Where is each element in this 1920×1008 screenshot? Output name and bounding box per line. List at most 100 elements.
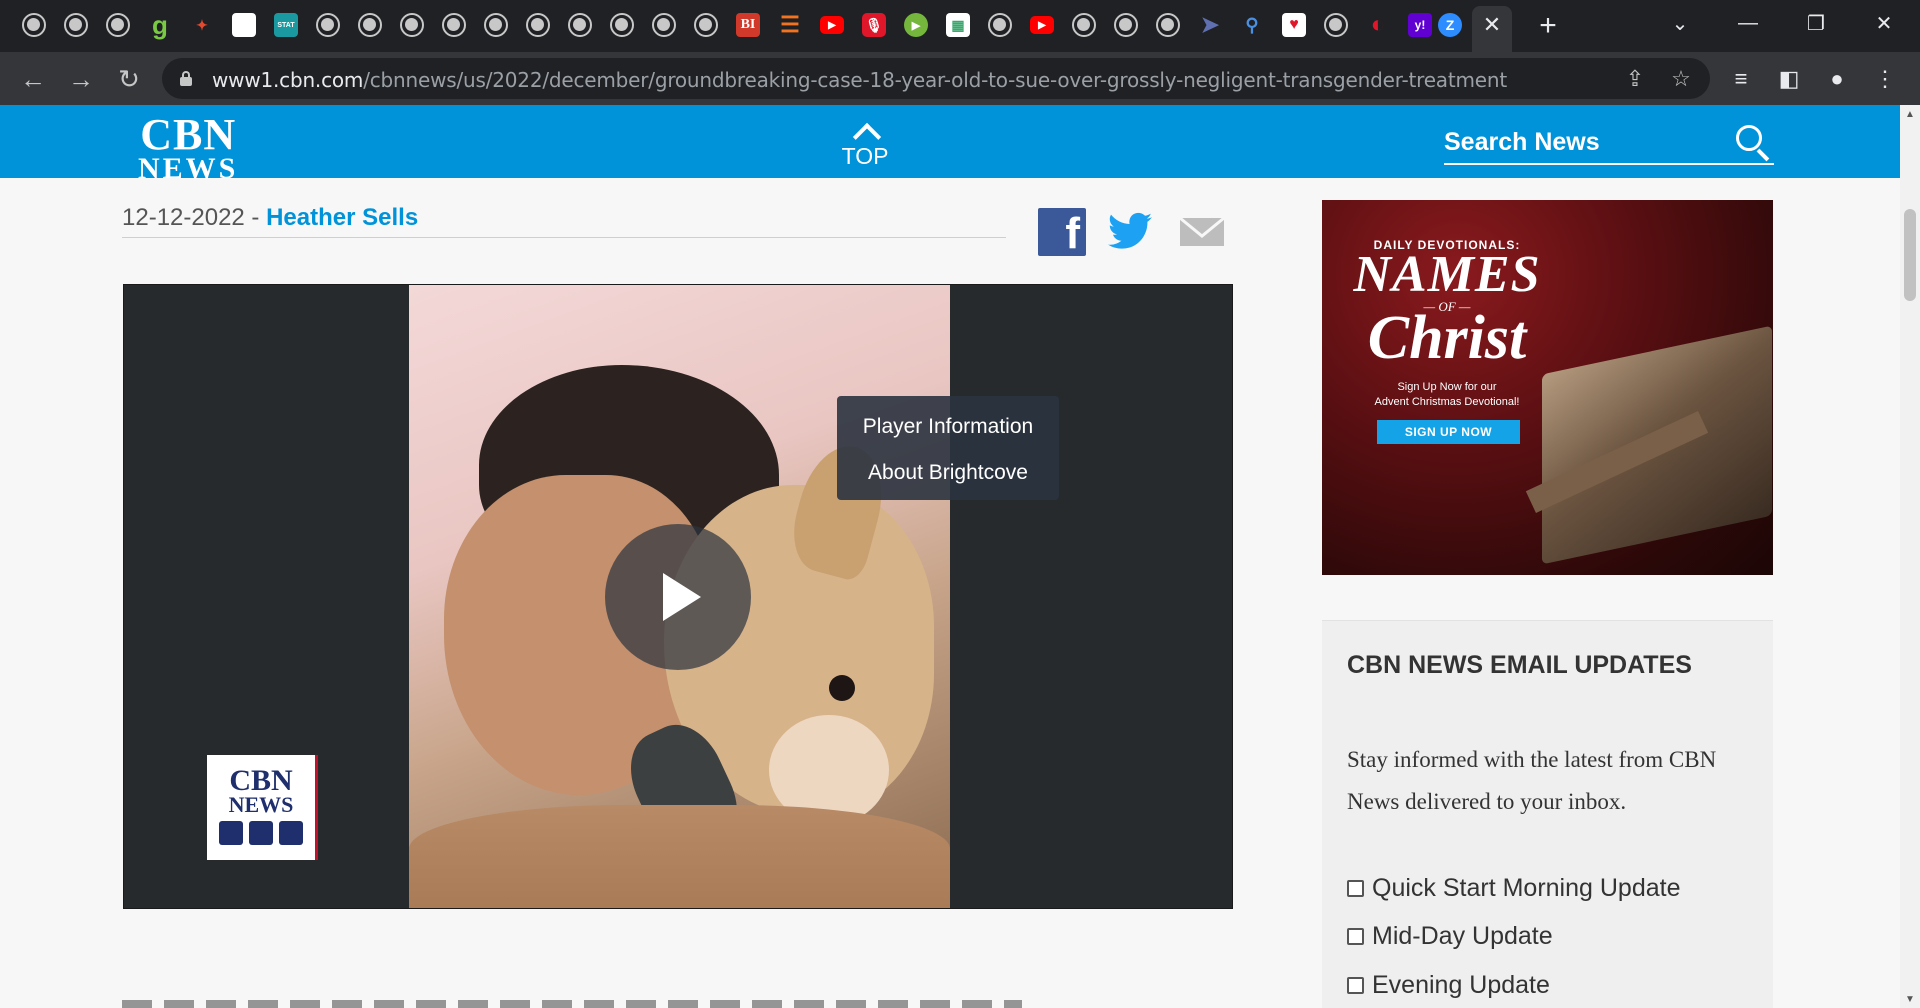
tab-favicon-rumble[interactable]: ▶	[903, 12, 929, 38]
midday-update-label: Mid-Day Update	[1372, 921, 1553, 950]
tab-favicon-grid[interactable]: ▦	[945, 12, 971, 38]
context-menu-player-information[interactable]: Player Information	[837, 410, 1059, 456]
tab-favicon-z[interactable]: Z	[1437, 12, 1463, 38]
tab-favicon-pocket[interactable]: ♥	[1281, 12, 1307, 38]
tab-search-chevron-icon[interactable]: ⌄	[1660, 8, 1700, 38]
kebab-menu-icon[interactable]: ⋮	[1870, 64, 1900, 94]
reading-list-icon[interactable]: ≡	[1726, 64, 1756, 94]
share-icon[interactable]: ⇪	[1622, 66, 1648, 92]
option-midday-update[interactable]: Mid-Day Update	[1347, 921, 1553, 951]
tab-favicon-globe[interactable]	[441, 12, 467, 38]
minimize-icon[interactable]: —	[1728, 8, 1768, 38]
cbn-news-logo[interactable]: CBN NEWS	[138, 110, 238, 183]
tab-favicon-globe[interactable]	[21, 12, 47, 38]
restore-icon[interactable]: ❐	[1796, 8, 1836, 38]
author-link[interactable]: Heather Sells	[266, 204, 418, 231]
tab-favicon-globe[interactable]	[693, 12, 719, 38]
option-morning-update[interactable]: Quick Start Morning Update	[1347, 873, 1680, 903]
tab-favicon-globe[interactable]	[567, 12, 593, 38]
scrollbar-thumb[interactable]	[1904, 209, 1916, 301]
tab-favicon-globe[interactable]	[399, 12, 425, 38]
tab-strip: g ✦ STAT BI ☰ ▶ 🎙 ▶ ▦ ▶ ➤ ⚲ ♥ ◐ y! Z ✕ +…	[0, 0, 1920, 52]
tab-favicon-globe[interactable]	[987, 12, 1013, 38]
star-icon[interactable]: ☆	[1668, 66, 1694, 92]
tab-favicon-youtube[interactable]: ▶	[1029, 12, 1055, 38]
ad-subtext-line2: Advent Christmas Devotional!	[1374, 396, 1520, 408]
url-text[interactable]: www1.cbn.com/cbnnews/us/2022/december/gr…	[212, 68, 1507, 92]
tab-favicon-arrow[interactable]: ➤	[1197, 12, 1223, 38]
tab-favicon-globe[interactable]	[315, 12, 341, 38]
forward-arrow-icon[interactable]: →	[64, 62, 98, 96]
tab-favicon-globe[interactable]	[1113, 12, 1139, 38]
side-panel-icon[interactable]: ◧	[1774, 64, 1804, 94]
search-input[interactable]	[1444, 123, 1724, 161]
scroll-down-arrow-icon[interactable]: ▼	[1900, 990, 1920, 1008]
tab-favicon-stat[interactable]: STAT	[273, 12, 299, 38]
address-bar[interactable]: www1.cbn.com/cbnnews/us/2022/december/gr…	[162, 58, 1710, 99]
search-icon: ⚲	[1245, 14, 1259, 35]
tab-favicon-search[interactable]: ⚲	[1239, 12, 1265, 38]
email-share-icon[interactable]	[1178, 208, 1226, 256]
evening-update-checkbox[interactable]	[1347, 976, 1364, 994]
reload-icon[interactable]: ↻	[112, 62, 146, 96]
tab-favicon-globe[interactable]	[1155, 12, 1181, 38]
logo-line1: CBN	[140, 110, 237, 159]
lock-icon[interactable]	[180, 71, 192, 86]
tab-favicon-globe[interactable]	[105, 12, 131, 38]
morning-update-checkbox[interactable]	[1347, 879, 1364, 897]
cbn-news-watermark: CBN NEWS	[207, 755, 318, 860]
tab-favicon-white[interactable]	[231, 12, 257, 38]
names-of-christ-ad[interactable]: DAILY DEVOTIONALS: NAMES — OF — Christ S…	[1322, 200, 1773, 575]
midday-update-checkbox[interactable]	[1347, 927, 1364, 945]
tab-favicon-globe[interactable]	[63, 12, 89, 38]
globe-icon	[106, 13, 130, 37]
tab-favicon-globe[interactable]	[1071, 12, 1097, 38]
pinwheel-icon: ✦	[196, 16, 208, 33]
tab-favicon-youtube[interactable]: ▶	[819, 12, 845, 38]
tab-favicon-globe[interactable]	[357, 12, 383, 38]
scroll-up-arrow-icon[interactable]: ▲	[1900, 105, 1920, 123]
evening-update-label: Evening Update	[1372, 970, 1550, 999]
video-player[interactable]: Player Information About Brightcove CBN …	[123, 284, 1233, 909]
tab-favicon-globe[interactable]	[651, 12, 677, 38]
tab-favicon-globe[interactable]	[609, 12, 635, 38]
tab-favicon-globe[interactable]	[483, 12, 509, 38]
tab-favicon-mic[interactable]: 🎙	[861, 12, 887, 38]
facebook-share-icon[interactable]: f	[1038, 208, 1086, 256]
tab-favicon-c[interactable]: ◐	[1365, 11, 1391, 38]
bookmark-stack-icon: ☰	[780, 12, 800, 37]
facebook-icon	[279, 821, 303, 845]
option-evening-update[interactable]: Evening Update	[1347, 970, 1550, 1000]
browser-toolbar: ← → ↻ www1.cbn.com/cbnnews/us/2022/decem…	[0, 52, 1920, 105]
tab-favicon-pinwheel[interactable]: ✦	[189, 12, 215, 38]
close-tab-icon[interactable]: ✕	[1478, 8, 1506, 42]
tab-favicon-globe[interactable]	[525, 12, 551, 38]
youtube-icon: ▶	[1030, 16, 1054, 34]
globe-icon	[988, 13, 1012, 37]
ad-sign-up-button[interactable]: SIGN UP NOW	[1377, 420, 1520, 444]
article-date: 12-12-2022	[122, 204, 245, 231]
back-to-top-button[interactable]: TOP	[840, 119, 890, 169]
page-scrollbar[interactable]: ▲ ▼	[1900, 105, 1920, 1008]
search-icon[interactable]	[1734, 123, 1772, 162]
email-updates-panel: CBN NEWS EMAIL UPDATES Stay informed wit…	[1322, 620, 1773, 1008]
new-tab-button[interactable]: +	[1530, 8, 1566, 44]
ad-subtext: Sign Up Now for our Advent Christmas Devo…	[1342, 380, 1552, 410]
twitter-share-icon[interactable]	[1106, 208, 1154, 256]
chevron-up-icon	[852, 119, 878, 145]
context-menu-about-brightcove[interactable]: About Brightcove	[837, 456, 1059, 502]
email-updates-title: CBN NEWS EMAIL UPDATES	[1347, 651, 1692, 679]
url-path: /cbnnews/us/2022/december/groundbreaking…	[363, 68, 1507, 92]
tab-favicon-globe[interactable]	[1323, 12, 1349, 38]
back-arrow-icon[interactable]: ←	[16, 62, 50, 96]
tab-favicon-g[interactable]: g	[147, 9, 173, 40]
tab-favicon-yahoo[interactable]: y!	[1407, 12, 1433, 38]
tab-favicon-bi[interactable]: BI	[735, 12, 761, 38]
tab-favicon-bookmark[interactable]: ☰	[777, 12, 803, 38]
profile-icon[interactable]: ●	[1822, 64, 1852, 94]
play-icon[interactable]	[605, 524, 751, 670]
youtube-icon: ▶	[820, 16, 844, 34]
close-window-icon[interactable]: ✕	[1864, 8, 1904, 38]
g-icon: g	[152, 9, 168, 40]
globe-icon	[64, 13, 88, 37]
